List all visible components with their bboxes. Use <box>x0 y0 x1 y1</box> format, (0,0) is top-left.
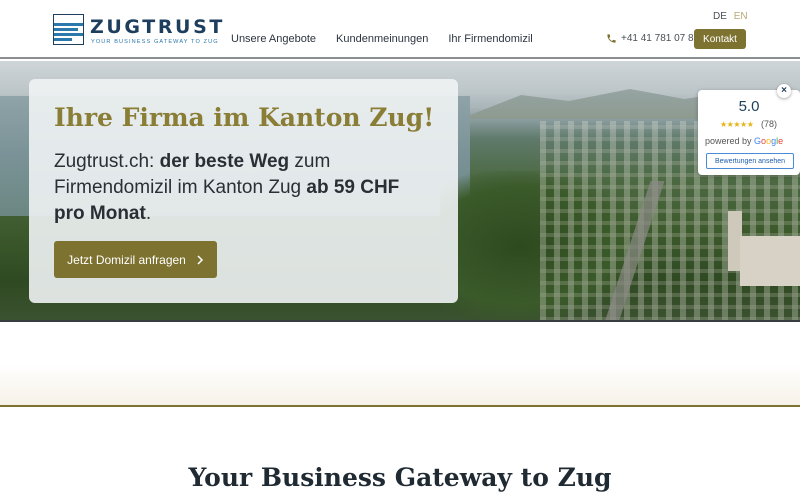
close-icon[interactable]: × <box>777 84 791 98</box>
chevron-right-icon <box>197 254 203 265</box>
nav-item-angebote[interactable]: Unsere Angebote <box>231 33 316 45</box>
review-count: (78) <box>761 119 778 129</box>
site-header: ZUGTRUST YOUR BUSINESS GATEWAY TO ZUG Un… <box>0 0 800 59</box>
hero-text: Zugtrust.ch: der beste Weg zum Firmendom… <box>54 151 400 224</box>
star-rating-icon: ★★★★★ <box>720 120 754 129</box>
powered-by-google: powered by Google <box>705 136 784 146</box>
language-switcher: DE EN <box>713 11 748 22</box>
logo-wordmark: ZUGTRUST <box>90 16 225 38</box>
hero-section: Ihre Firma im Kanton Zug! Zugtrust.ch: d… <box>0 61 800 322</box>
request-domicile-button[interactable]: Jetzt Domizil anfragen <box>54 241 217 278</box>
nav-item-firmendomizil[interactable]: Ihr Firmendomizil <box>448 33 532 45</box>
phone-number: +41 41 781 07 81 <box>621 33 700 44</box>
phone-icon <box>607 34 616 43</box>
lang-de[interactable]: DE <box>713 11 727 22</box>
nav-item-kundenmeinungen[interactable]: Kundenmeinungen <box>336 33 428 45</box>
google-reviews-widget: × 5.0 ★★★★★ (78) powered by Google Bewer… <box>698 84 800 175</box>
logo-tagline: YOUR BUSINESS GATEWAY TO ZUG <box>91 39 219 45</box>
cta-label: Jetzt Domizil anfragen <box>67 252 186 267</box>
main-nav: Unsere Angebote Kundenmeinungen Ihr Firm… <box>231 33 533 45</box>
divider-band <box>0 323 800 407</box>
review-score: 5.0 <box>738 98 760 115</box>
view-reviews-button[interactable]: Bewertungen ansehen <box>706 153 794 169</box>
lang-en[interactable]: EN <box>734 11 748 22</box>
logo-mark-icon <box>53 14 84 45</box>
logo[interactable]: ZUGTRUST YOUR BUSINESS GATEWAY TO ZUG <box>53 14 222 48</box>
hero-title: Ihre Firma im Kanton Zug! <box>54 103 435 132</box>
hero-card: Ihre Firma im Kanton Zug! Zugtrust.ch: d… <box>29 79 458 303</box>
phone-link[interactable]: +41 41 781 07 81 <box>606 33 699 44</box>
section-title: Your Business Gateway to Zug <box>188 463 612 492</box>
kontakt-button[interactable]: Kontakt <box>694 29 746 49</box>
